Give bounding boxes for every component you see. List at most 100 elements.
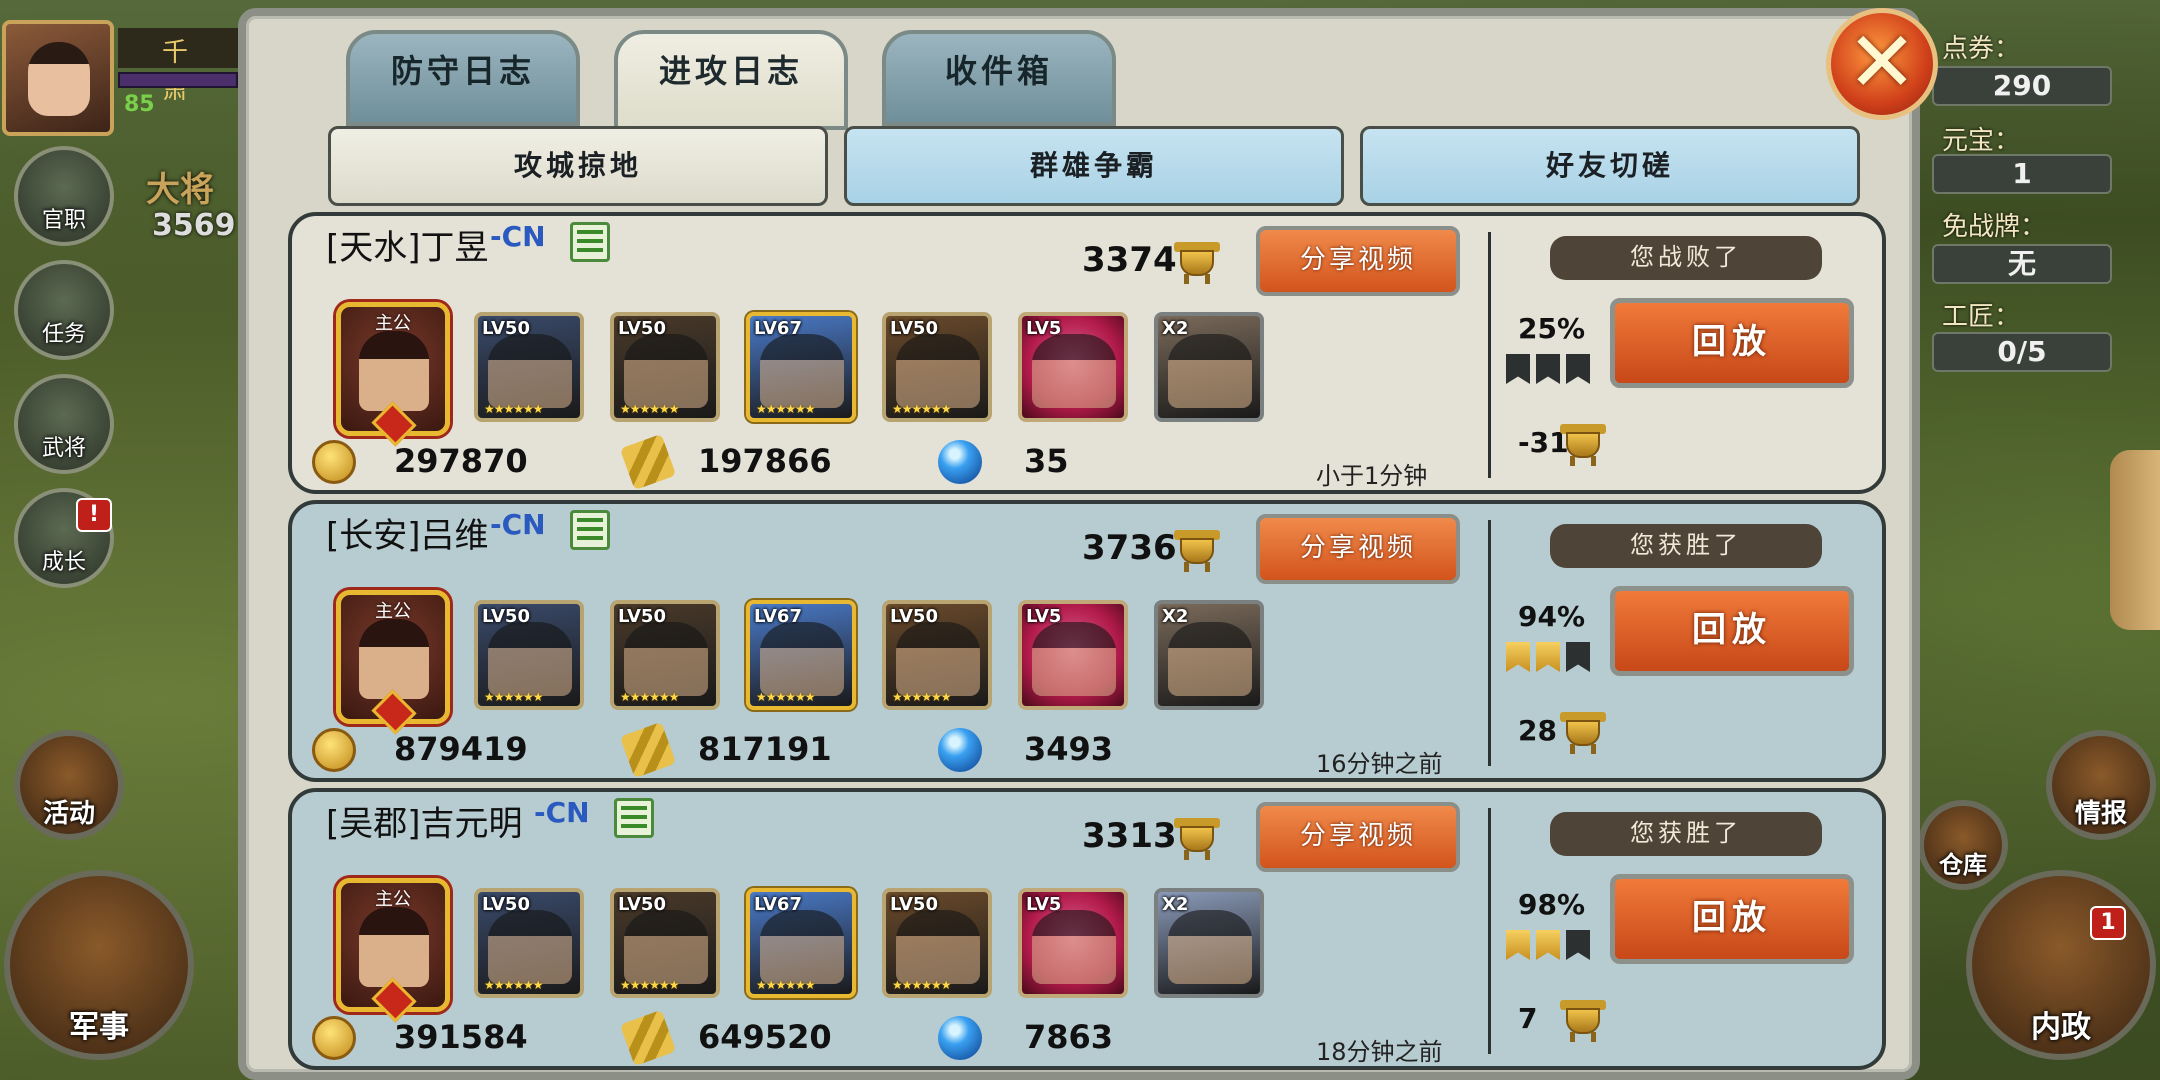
server-tag: -CN [490,508,546,541]
quest-label: 任务 [41,322,86,347]
details-list-icon[interactable] [570,222,610,262]
player-avatar[interactable] [2,20,114,136]
list-line [577,248,603,252]
cauldron-leg [1205,850,1210,860]
truce-token-label: 免战牌： [1942,212,2047,242]
cauldron-body [1566,1008,1600,1034]
subtab-friend-spar[interactable]: 好友切磋 [1360,126,1860,206]
general-card[interactable]: X2 [1154,888,1264,998]
generals-button[interactable]: 武将 [14,374,114,474]
subtab-hegemony[interactable]: 群雄争霸 [844,126,1344,206]
gold-coin-icon [312,728,356,772]
general-card[interactable]: LV5 [1018,600,1128,710]
list-line [621,824,647,828]
general-card[interactable]: LV50 ★★★★★★ [610,312,720,422]
general-card[interactable]: X2 [1154,312,1264,422]
row-divider [1488,520,1491,766]
battle-time: 18分钟之前 [1316,1038,1443,1066]
intel-button[interactable]: 情报 [2046,730,2156,840]
experience-bar [118,72,238,88]
list-line [577,230,603,234]
subtab-siege[interactable]: 攻城掠地 [328,126,828,206]
lord-card[interactable]: 主公 [336,590,450,735]
share-video-button[interactable]: 分享视频 [1256,802,1460,872]
replay-button[interactable]: 回放 [1610,298,1854,388]
craftsman-value: 0/5 [1932,332,2112,372]
side-panel-toggle[interactable] [2110,450,2160,630]
player-info[interactable]: 千萧 85 [0,0,240,140]
general-card[interactable]: LV50 ★★★★★★ [474,600,584,710]
star-flag-icon [1506,642,1530,672]
domestic-affairs-button[interactable]: 内政 [1966,870,2156,1060]
power-cauldron-icon [1174,814,1220,860]
details-list-icon[interactable] [614,798,654,838]
growth-alert-badge: ! [76,498,112,532]
battle-log-row: [天水]丁昱 -CN 3374 分享视频 主公 LV50 ★★★★★★ LV50… [288,212,1886,494]
cauldron-leg [1591,744,1596,754]
list-line [577,536,603,540]
coupon-label: 点券： [1942,34,2021,64]
card-level: X2 [1162,894,1189,915]
star-flag-icon [1536,354,1560,384]
general-card[interactable]: LV50 ★★★★★★ [610,888,720,998]
tab-attack-log[interactable]: 进攻日志 [614,30,848,130]
general-card[interactable]: LV50 ★★★★★★ [474,888,584,998]
military-button[interactable]: 军事 [4,870,194,1060]
general-portrait [896,622,980,696]
general-card[interactable]: LV5 [1018,888,1128,998]
share-video-button[interactable]: 分享视频 [1256,514,1460,584]
general-card[interactable]: LV50 ★★★★★★ [882,600,992,710]
crystal-amount: 3493 [1024,730,1114,768]
cauldron-leg [1591,1032,1596,1042]
star-flag-icon [1566,354,1590,384]
cauldron-body [1180,538,1214,564]
general-card[interactable]: LV50 ★★★★★★ [882,312,992,422]
quest-button[interactable]: 任务 [14,260,114,360]
card-level: LV67 [754,318,802,339]
grain-amount: 197866 [698,442,832,480]
trophy-cauldron-icon [1560,996,1606,1042]
intel-label: 情报 [2074,799,2127,829]
tab-inbox[interactable]: 收件箱 [882,30,1116,126]
general-portrait [760,334,844,408]
warehouse-button[interactable]: 仓库 [1918,800,2008,890]
server-tag: -CN [534,796,590,829]
tab-defense-log[interactable]: 防守日志 [346,30,580,126]
domestic-affairs-label: 内政 [2031,1010,2091,1045]
general-card[interactable]: LV67 ★★★★★★ [746,600,856,710]
list-line [577,239,603,243]
card-level: LV50 [890,318,938,339]
row-divider [1488,232,1491,478]
details-list-icon[interactable] [570,510,610,550]
card-stars: ★★★★★★ [756,978,816,992]
card-stars: ★★★★★★ [756,402,816,416]
player-name: 千萧 [118,28,238,105]
grain-icon [619,1009,677,1067]
share-video-button[interactable]: 分享视频 [1256,226,1460,296]
card-stars: ★★★★★★ [892,978,952,992]
replay-button[interactable]: 回放 [1610,874,1854,964]
crystal-amount: 35 [1024,442,1069,480]
event-button[interactable]: 活动 [14,730,124,840]
lord-card[interactable]: 主公 [336,878,450,1023]
card-level: X2 [1162,318,1189,339]
general-card[interactable]: LV50 ★★★★★★ [882,888,992,998]
replay-button[interactable]: 回放 [1610,586,1854,676]
official-rank-button[interactable]: 官职 [14,146,114,246]
cauldron-body [1566,720,1600,746]
general-card[interactable]: LV5 [1018,312,1128,422]
star-flags [1506,354,1596,386]
card-stars: ★★★★★★ [620,978,680,992]
general-card[interactable]: LV50 ★★★★★★ [610,600,720,710]
general-card[interactable]: LV67 ★★★★★★ [746,312,856,422]
card-level: LV50 [890,894,938,915]
star-flag-icon [1536,930,1560,960]
warehouse-label: 仓库 [1939,851,1987,879]
general-card[interactable]: LV50 ★★★★★★ [474,312,584,422]
lord-card[interactable]: 主公 [336,302,450,447]
close-button[interactable]: ✕ [1826,8,1938,120]
general-card[interactable]: LV67 ★★★★★★ [746,888,856,998]
general-card[interactable]: X2 [1154,600,1264,710]
star-flag-icon [1506,354,1530,384]
general-portrait [1168,622,1252,696]
